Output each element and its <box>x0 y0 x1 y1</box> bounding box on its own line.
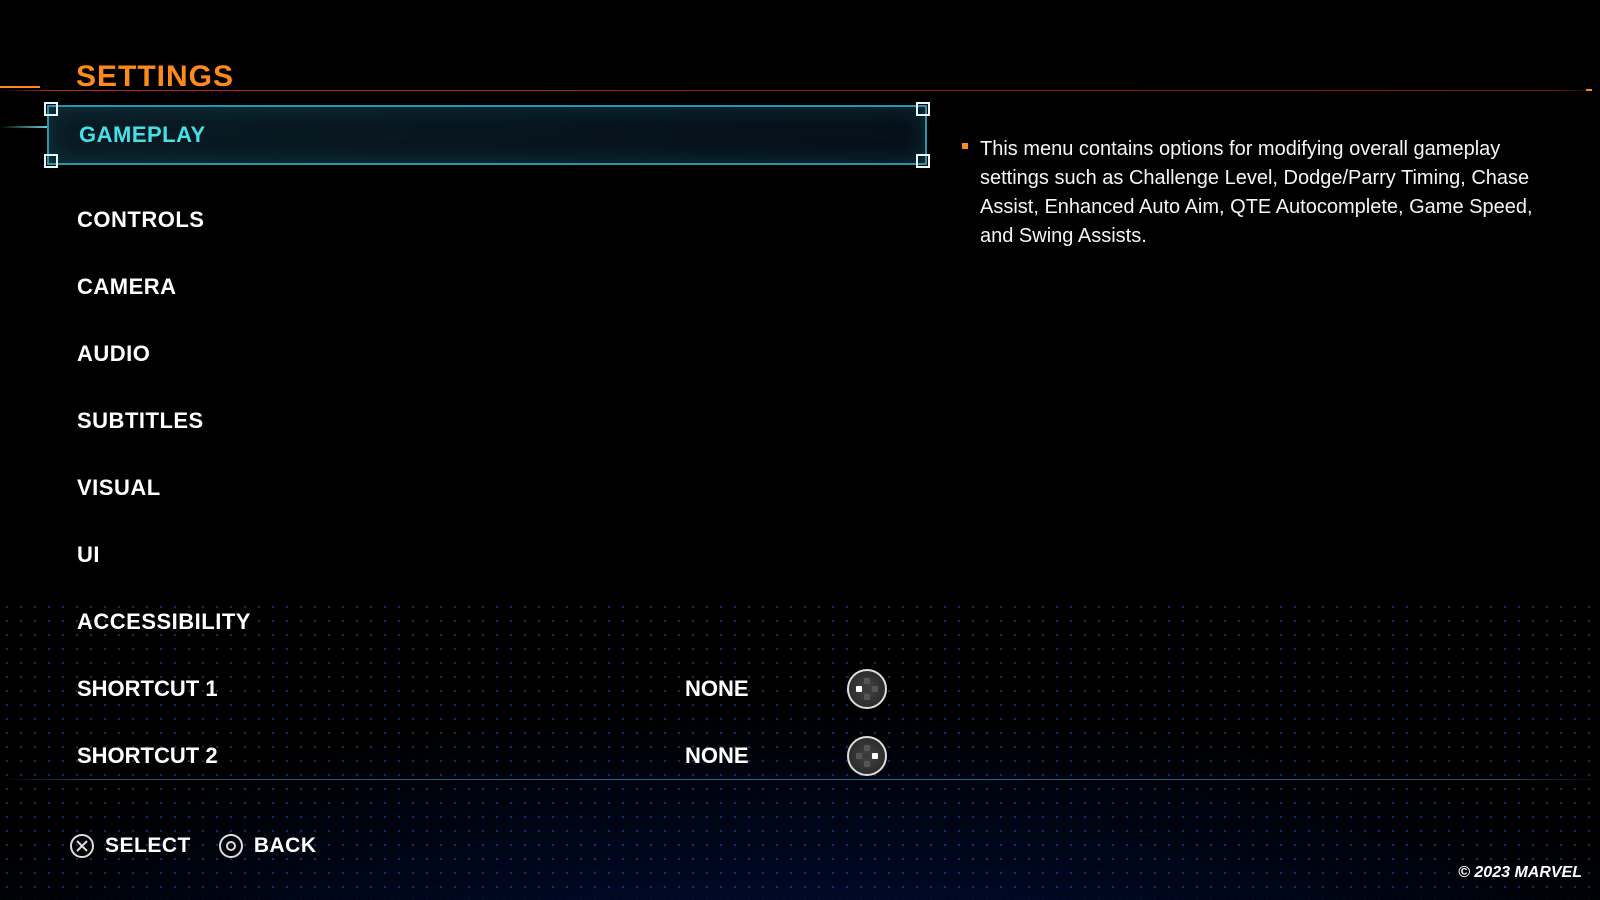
shortcut-label: SHORTCUT 1 <box>77 676 218 702</box>
prompt-back: BACK <box>219 834 317 858</box>
selection-corner-icon <box>916 102 930 116</box>
menu-item-visual[interactable]: VISUAL <box>47 458 927 518</box>
menu-item-label: AUDIO <box>77 341 150 367</box>
menu-item-label: UI <box>77 542 100 568</box>
menu-item-subtitles[interactable]: SUBTITLES <box>47 391 927 451</box>
prompt-label: SELECT <box>105 834 191 858</box>
menu-item-shortcut-2[interactable]: SHORTCUT 2 NONE <box>47 726 927 786</box>
menu-item-label: ACCESSIBILITY <box>77 609 251 635</box>
dpad-right-icon <box>847 736 887 776</box>
menu-item-controls[interactable]: CONTROLS <box>47 190 927 250</box>
settings-menu: GAMEPLAY CONTROLS CAMERA AUDIO SUBTITLES… <box>47 105 927 793</box>
title-accent-line <box>0 86 40 88</box>
copyright-text: © 2023 MARVEL <box>1458 864 1582 882</box>
shortcut-value: NONE <box>685 743 749 769</box>
circle-button-icon <box>219 834 243 858</box>
menu-description-text: This menu contains options for modifying… <box>980 138 1533 247</box>
menu-item-label: SUBTITLES <box>77 408 204 434</box>
selection-corner-icon <box>916 154 930 168</box>
menu-item-label: CONTROLS <box>77 207 204 233</box>
dpad-left-icon <box>847 669 887 709</box>
shortcut-value: NONE <box>685 676 749 702</box>
button-prompts: SELECT BACK <box>70 834 317 858</box>
selection-corner-icon <box>44 154 58 168</box>
menu-item-audio[interactable]: AUDIO <box>47 324 927 384</box>
selection-corner-icon <box>44 102 58 116</box>
menu-item-gameplay[interactable]: GAMEPLAY <box>47 105 927 165</box>
prompt-select: SELECT <box>70 834 191 858</box>
menu-item-label: CAMERA <box>77 274 177 300</box>
footer-divider <box>0 779 1600 780</box>
header-divider <box>0 90 1600 91</box>
menu-item-label: VISUAL <box>77 475 161 501</box>
menu-item-label: GAMEPLAY <box>79 122 206 148</box>
menu-item-camera[interactable]: CAMERA <box>47 257 927 317</box>
menu-item-shortcut-1[interactable]: SHORTCUT 1 NONE <box>47 659 927 719</box>
page-title: SETTINGS <box>76 60 234 94</box>
menu-item-accessibility[interactable]: ACCESSIBILITY <box>47 592 927 652</box>
cross-button-icon <box>70 834 94 858</box>
prompt-label: BACK <box>254 834 317 858</box>
bullet-icon <box>962 143 968 149</box>
menu-item-ui[interactable]: UI <box>47 525 927 585</box>
selection-connector-line <box>0 126 47 128</box>
menu-description-panel: This menu contains options for modifying… <box>980 135 1540 251</box>
shortcut-label: SHORTCUT 2 <box>77 743 218 769</box>
